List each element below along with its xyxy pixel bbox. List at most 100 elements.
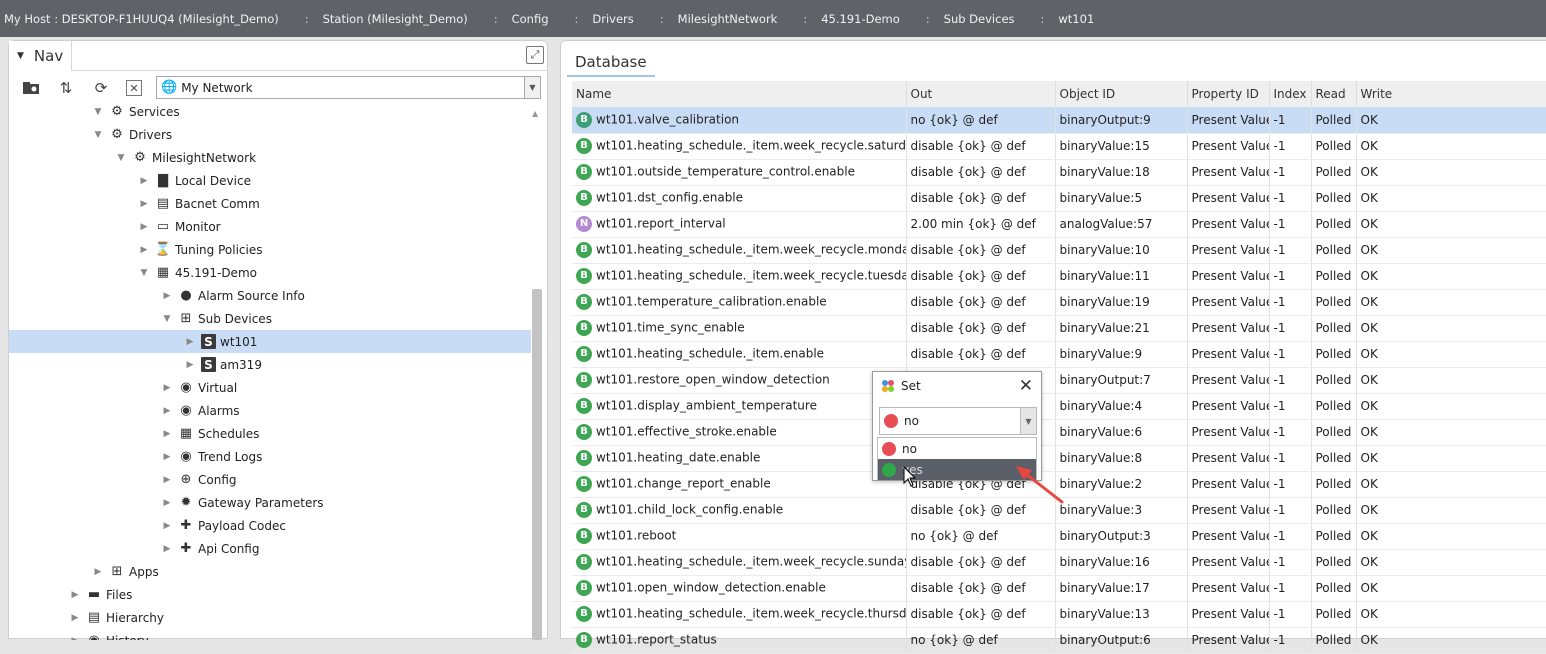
table-row[interactable]: Bwt101.open_window_detection.enable disab…	[572, 575, 1546, 602]
expand-right-icon[interactable]: ▶	[160, 383, 174, 393]
tree-item-payload-codec[interactable]: ▶ ✚ Payload Codec	[9, 514, 531, 537]
tree-item-files[interactable]: ▶ ▬ Files	[9, 583, 531, 606]
table-row[interactable]: Bwt101.reboot no {ok} @ def binaryOutput:3…	[572, 523, 1546, 550]
tree-item-apps[interactable]: ▶ ⊞ Apps	[9, 560, 531, 583]
tree-item-api-config[interactable]: ▶ ✚ Api Config	[9, 537, 531, 560]
refresh-icon[interactable]: ⟳	[89, 77, 113, 99]
expand-right-icon[interactable]: ▶	[183, 337, 197, 347]
nav-tab[interactable]: ▼ Nav	[9, 40, 72, 71]
expand-right-icon[interactable]: ▶	[160, 406, 174, 416]
expand-right-icon[interactable]: ▶	[160, 521, 174, 531]
boolean-point-icon: B	[576, 190, 592, 206]
tree-item-virtual[interactable]: ▶ ◉ Virtual	[9, 376, 531, 399]
table-row[interactable]: Bwt101.temperature_calibration.enable dis…	[572, 289, 1546, 316]
breadcrumb-item[interactable]: : wt101	[1037, 12, 1101, 26]
maximize-icon[interactable]: ⤢	[526, 46, 544, 64]
expand-right-icon[interactable]: ▶	[160, 429, 174, 439]
close-icon[interactable]: ✕	[1019, 376, 1033, 396]
scroll-up-icon[interactable]: ▲	[532, 109, 538, 118]
expand-right-icon[interactable]: ▶	[91, 567, 105, 577]
table-row[interactable]: Bwt101.report_status no {ok} @ def binaryO…	[572, 627, 1546, 654]
option-no[interactable]: no	[878, 438, 1036, 459]
breadcrumb-item[interactable]: : Drivers	[571, 12, 640, 26]
globe-icon: 🌐	[161, 80, 178, 95]
column-header[interactable]: Name	[572, 81, 907, 107]
expand-right-icon[interactable]: ▶	[160, 291, 174, 301]
table-row[interactable]: Bwt101.heating_schedule._item.week_recyc…	[572, 237, 1546, 264]
tree-item-schedules[interactable]: ▶ ▦ Schedules	[9, 422, 531, 445]
tree-item-hierarchy[interactable]: ▶ ▤ Hierarchy	[9, 606, 531, 629]
breadcrumb-item[interactable]: My Host : DESKTOP-F1HUUQ4 (Milesight_Dem…	[0, 12, 285, 26]
table-row[interactable]: Bwt101.effective_stroke.enable binaryValu…	[572, 419, 1546, 446]
tree-item-alarms[interactable]: ▶ ◉ Alarms	[9, 399, 531, 422]
expand-right-icon[interactable]: ▶	[160, 544, 174, 554]
expand-right-icon[interactable]: ▶	[137, 176, 151, 186]
sort-arrows-icon[interactable]: ⇅	[54, 77, 78, 99]
column-header[interactable]: Property ID	[1187, 81, 1270, 107]
table-row[interactable]: Bwt101.heating_schedule._item.week_recyc…	[572, 601, 1546, 628]
expand-down-icon[interactable]: ▼	[114, 153, 128, 163]
breadcrumb-item[interactable]: :45.191-Demo	[799, 12, 905, 26]
breadcrumb-item[interactable]: : Config	[490, 12, 555, 26]
tree-item-am319[interactable]: ▶ Sam319	[9, 353, 531, 376]
expand-right-icon[interactable]: ▶	[68, 590, 82, 600]
expand-right-icon[interactable]: ▶	[137, 222, 151, 232]
table-row[interactable]: Nwt101.report_interval 2.00 min {ok} @ de…	[572, 211, 1546, 238]
tree-item-history[interactable]: ▶◉History	[9, 629, 531, 640]
scroll-thumb[interactable]	[532, 289, 542, 640]
table-row[interactable]: Bwt101.outside_temperature_control.enabl…	[572, 159, 1546, 186]
expand-right-icon[interactable]: ▶	[160, 452, 174, 462]
breadcrumb-item[interactable]: : Station (Milesight_Demo)	[301, 12, 474, 26]
column-header[interactable]: Write	[1356, 81, 1546, 107]
table-row[interactable]: Bwt101.valve_calibration no {ok} @ def bin…	[572, 107, 1546, 134]
tree-item-wt101[interactable]: ▶ Swt101	[9, 330, 531, 353]
expand-right-icon[interactable]: ▶	[137, 245, 151, 255]
chevron-down-icon[interactable]: ▼	[524, 77, 540, 98]
tree-item-config[interactable]: ▶ ⊕ Config	[9, 468, 531, 491]
caret-down-icon[interactable]: ▼	[17, 51, 24, 61]
network-select[interactable]: 🌐 My Network ▼	[156, 76, 541, 99]
tab-database[interactable]: Database	[567, 49, 655, 77]
column-header[interactable]: Index	[1269, 81, 1312, 107]
chevron-down-icon[interactable]: ▼	[1020, 408, 1036, 434]
expand-down-icon[interactable]: ▼	[91, 107, 105, 117]
tree-item-gateway-parameters[interactable]: ▶ ✹ Gateway Parameters	[9, 491, 531, 514]
tree-item-sub-devices[interactable]: ▼ ⊞ Sub Devices	[9, 307, 531, 330]
table-row[interactable]: Bwt101.heating_schedule._item.enable disa…	[572, 341, 1546, 368]
breadcrumb-item[interactable]: : MilesightNetwork	[656, 12, 784, 26]
set-value-select[interactable]: no ▼	[879, 407, 1037, 435]
column-header[interactable]: Object ID	[1055, 81, 1188, 107]
expand-right-icon[interactable]: ▶	[160, 475, 174, 485]
tree-item-drivers[interactable]: ▼ ⚙ Drivers	[9, 123, 531, 146]
table-row[interactable]: Bwt101.restore_open_window_detection bina…	[572, 367, 1546, 394]
column-header[interactable]: Read	[1311, 81, 1357, 107]
tree-item-45-191-demo[interactable]: ▼ ▦ 45.191-Demo	[9, 261, 531, 284]
table-row[interactable]: Bwt101.heating_schedule._item.week_recyc…	[572, 549, 1546, 576]
expand-right-icon[interactable]: ▶	[183, 360, 197, 370]
table-row[interactable]: Bwt101.dst_config.enable disable {ok} @ d…	[572, 185, 1546, 212]
tree-item-trend-logs[interactable]: ▶ ◉ Trend Logs	[9, 445, 531, 468]
table-row[interactable]: Bwt101.heating_schedule._item.week_recyc…	[572, 263, 1546, 290]
expand-right-icon[interactable]: ▶	[68, 636, 82, 641]
table-row[interactable]: Bwt101.display_ambient_temperature binary…	[572, 393, 1546, 420]
tree-item-monitor[interactable]: ▶ ▭ Monitor	[9, 215, 531, 238]
tree-item-local-device[interactable]: ▶ ▇ Local Device	[9, 169, 531, 192]
table-row[interactable]: Bwt101.time_sync_enable disable {ok} @ de…	[572, 315, 1546, 342]
expand-down-icon[interactable]: ▼	[160, 314, 174, 324]
nav-scrollbar[interactable]: ▲	[531, 105, 543, 640]
table-row[interactable]: Bwt101.heating_schedule._item.week_recyc…	[572, 133, 1546, 160]
folder-icon[interactable]	[19, 77, 43, 99]
tree-item-milesightnetwork[interactable]: ▼ ⚙ MilesightNetwork	[9, 146, 531, 169]
expand-down-icon[interactable]: ▼	[91, 130, 105, 140]
expand-right-icon[interactable]: ▶	[160, 498, 174, 508]
tree-item-services[interactable]: ▼ ⚙ Services	[9, 105, 531, 123]
close-box-icon[interactable]: ✕	[126, 80, 142, 96]
expand-down-icon[interactable]: ▼	[137, 268, 151, 278]
expand-right-icon[interactable]: ▶	[137, 199, 151, 209]
tree-item-tuning-policies[interactable]: ▶ ⌛ Tuning Policies	[9, 238, 531, 261]
expand-right-icon[interactable]: ▶	[68, 613, 82, 623]
column-header[interactable]: Out	[906, 81, 1056, 107]
tree-item-bacnet-comm[interactable]: ▶ ▤ Bacnet Comm	[9, 192, 531, 215]
breadcrumb-item[interactable]: : Sub Devices	[922, 12, 1021, 26]
tree-item-alarm-source-info[interactable]: ▶ ● Alarm Source Info	[9, 284, 531, 307]
